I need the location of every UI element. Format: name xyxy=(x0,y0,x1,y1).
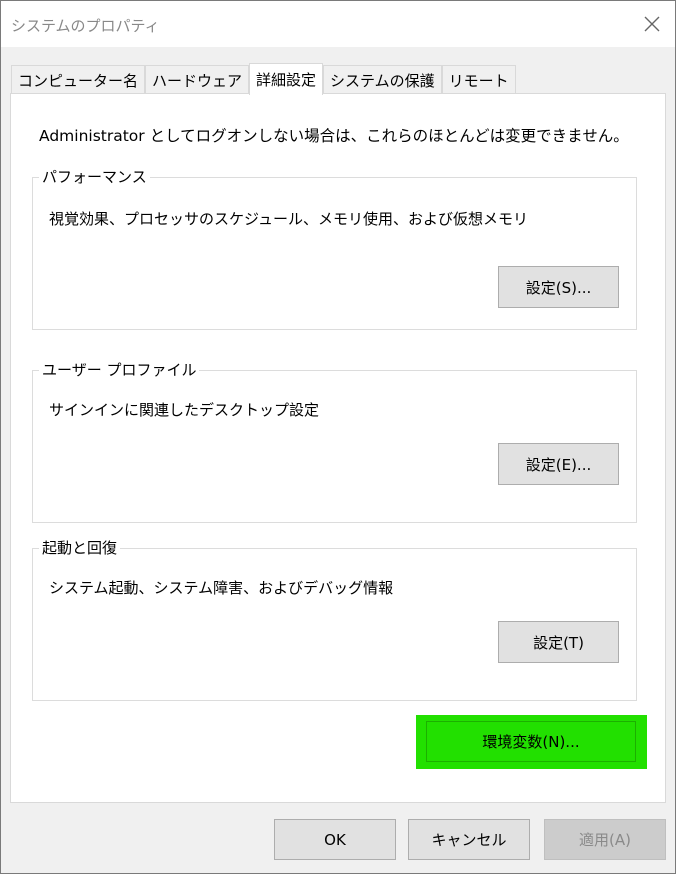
startup-recovery-description: システム起動、システム障害、およびデバッグ情報 xyxy=(49,579,394,597)
advanced-panel: Administrator としてログオンしない場合は、これらのほとんどは変更で… xyxy=(10,93,666,803)
title-bar: システムのプロパティ xyxy=(1,1,675,47)
user-profile-description: サインインに関連したデスクトップ設定 xyxy=(49,401,320,419)
tab-computer-name[interactable]: コンピューター名 xyxy=(11,65,146,94)
ok-button[interactable]: OK xyxy=(274,819,396,860)
performance-label: パフォーマンス xyxy=(39,166,150,187)
window-title: システムのプロパティ xyxy=(11,17,160,35)
user-profile-group: ユーザー プロファイル サインインに関連したデスクトップ設定 設定(E)... xyxy=(32,359,637,523)
tab-label: システムの保護 xyxy=(330,71,435,90)
user-profile-settings-button[interactable]: 設定(E)... xyxy=(498,443,619,485)
system-properties-dialog: システムのプロパティ コンピューター名 ハードウェア 詳細設定 システムの保護 … xyxy=(0,0,676,874)
apply-button[interactable]: 適用(A) xyxy=(544,819,666,860)
user-profile-label: ユーザー プロファイル xyxy=(39,359,200,380)
startup-recovery-group: 起動と回復 システム起動、システム障害、およびデバッグ情報 設定(T) xyxy=(32,537,637,701)
tab-label: 詳細設定 xyxy=(256,71,317,89)
environment-variables-label: 環境変数(N)... xyxy=(426,721,636,762)
performance-settings-button[interactable]: 設定(S)... xyxy=(498,266,619,308)
performance-group: パフォーマンス 視覚効果、プロセッサのスケジュール、メモリ使用、および仮想メモリ… xyxy=(32,166,637,330)
tab-remote[interactable]: リモート xyxy=(441,65,516,94)
cancel-button[interactable]: キャンセル xyxy=(408,819,530,860)
tab-label: ハードウェア xyxy=(152,71,243,90)
tab-label: リモート xyxy=(448,71,509,90)
tab-strip: コンピューター名 ハードウェア 詳細設定 システムの保護 リモート xyxy=(11,63,516,95)
startup-recovery-settings-button[interactable]: 設定(T) xyxy=(498,621,619,663)
close-icon xyxy=(644,16,660,32)
performance-description: 視覚効果、プロセッサのスケジュール、メモリ使用、および仮想メモリ xyxy=(49,210,528,228)
admin-note: Administrator としてログオンしない場合は、これらのほとんどは変更で… xyxy=(39,127,629,145)
tab-advanced[interactable]: 詳細設定 xyxy=(249,63,324,95)
environment-variables-button[interactable]: 環境変数(N)... xyxy=(416,715,647,769)
close-button[interactable] xyxy=(639,11,665,37)
tab-hardware[interactable]: ハードウェア xyxy=(145,65,250,94)
tab-system-protection[interactable]: システムの保護 xyxy=(323,65,442,94)
startup-recovery-label: 起動と回復 xyxy=(39,537,121,558)
tab-label: コンピューター名 xyxy=(18,71,139,90)
